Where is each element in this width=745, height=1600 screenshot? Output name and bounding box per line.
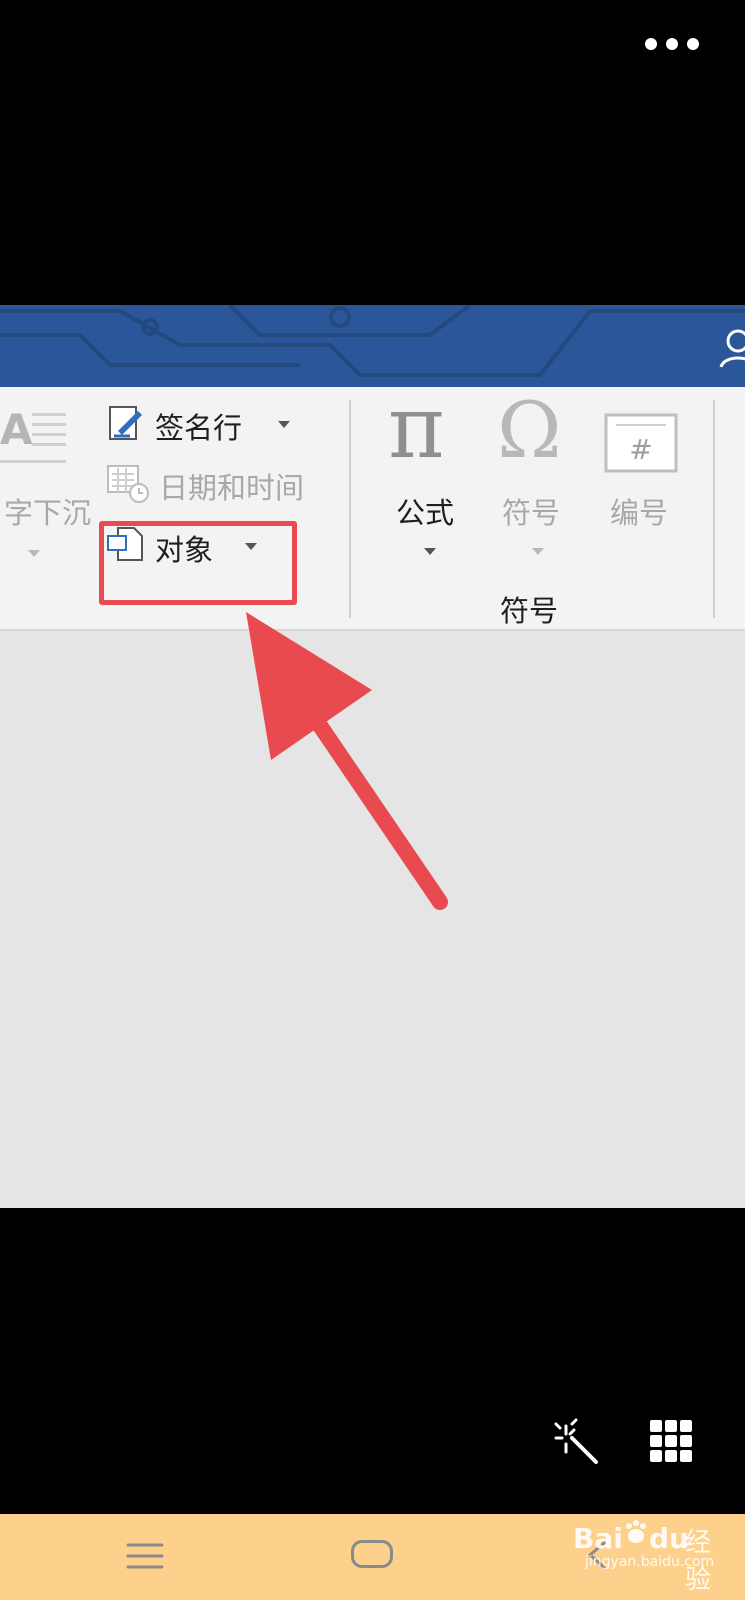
home-icon[interactable]: [351, 1540, 393, 1568]
magic-wand-icon[interactable]: [552, 1418, 604, 1470]
grid-icon[interactable]: [650, 1420, 692, 1462]
arrow-annotation: [246, 612, 448, 910]
watermark-url: jingyan.baidu.com: [585, 1554, 715, 1570]
menu-icon[interactable]: [126, 1542, 164, 1570]
watermark-brand: Bai: [573, 1522, 623, 1555]
paw-icon: [626, 1520, 646, 1543]
watermark: Bai du 经验 jingyan.baidu.com: [573, 1518, 733, 1595]
watermark-brand-2: du: [649, 1522, 689, 1555]
